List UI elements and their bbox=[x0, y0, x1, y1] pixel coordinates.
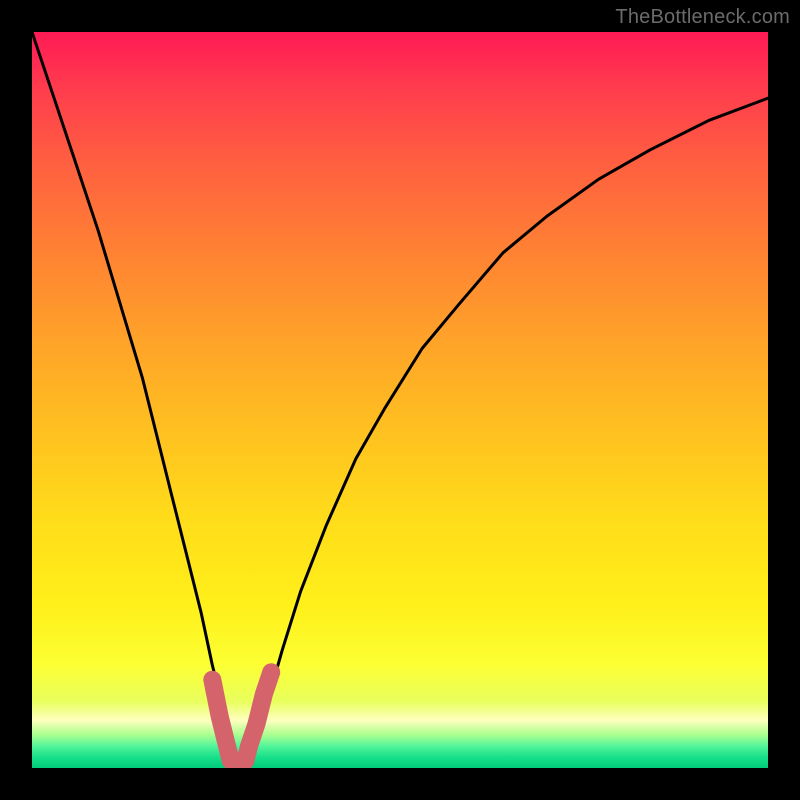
watermark-text: TheBottleneck.com bbox=[615, 6, 790, 29]
bottleneck-curve bbox=[32, 32, 768, 761]
chart-frame: TheBottleneck.com bbox=[0, 0, 800, 800]
plot-area bbox=[32, 32, 768, 768]
optimal-range-highlight bbox=[212, 672, 271, 764]
curve-svg bbox=[32, 32, 768, 768]
